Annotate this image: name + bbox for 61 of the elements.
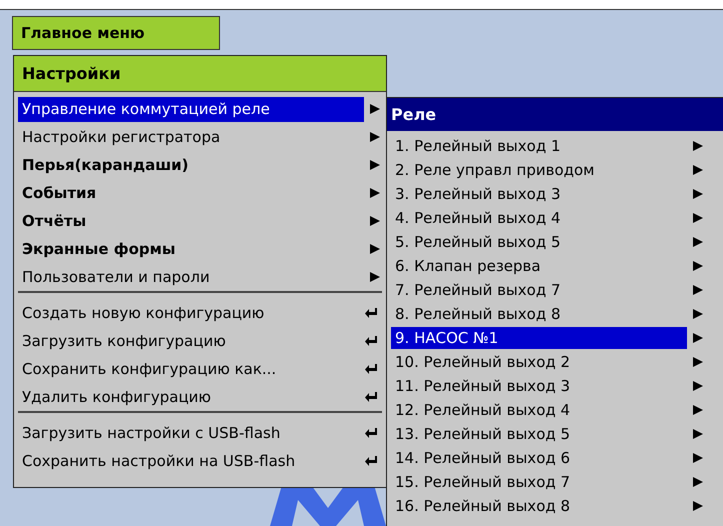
submenu-arrow-icon (692, 476, 704, 488)
submenu-arrow-icon (692, 428, 704, 440)
relay-menu-item[interactable]: 7. Релейный выход 7 (391, 279, 687, 301)
relay-menu-item[interactable]: 4. Релейный выход 4 (391, 207, 687, 229)
submenu-arrow-icon (692, 308, 704, 320)
menu-item[interactable]: Создать новую конфигурацию (18, 300, 360, 326)
relay-menu-item[interactable]: 2. Реле управл приводом (391, 159, 687, 181)
submenu-arrow-icon (369, 103, 381, 115)
relay-menu-item[interactable]: 15. Релейный выход 7 (391, 471, 687, 493)
submenu-arrow-icon (692, 212, 704, 224)
relay-menu-item[interactable]: 9. НАСОС №1 (391, 327, 687, 349)
submenu-arrow-icon (369, 159, 381, 171)
menu-item[interactable]: Загрузить конфигурацию (18, 328, 360, 354)
relay-menu-item[interactable]: 16. Релейный выход 8 (391, 495, 687, 517)
enter-icon (365, 428, 377, 438)
enter-icon (365, 456, 377, 466)
submenu-arrow-icon (369, 243, 381, 255)
main-menu-header[interactable]: Главное меню (12, 16, 220, 50)
submenu-arrow-icon (692, 284, 704, 296)
menu-item[interactable]: Экранные формы (18, 236, 364, 262)
enter-icon (365, 336, 377, 346)
submenu-arrow-icon (369, 131, 381, 143)
relay-menu-item[interactable]: 6. Клапан резерва (391, 255, 687, 277)
submenu-arrow-icon (692, 260, 704, 272)
submenu-arrow-icon (369, 215, 381, 227)
relay-menu-item[interactable]: 3. Релейный выход 3 (391, 183, 687, 205)
menu-item[interactable]: Сохранить настройки на USB-flash (18, 448, 360, 474)
submenu-arrow-icon (692, 140, 704, 152)
submenu-arrow-icon (692, 236, 704, 248)
menu-item[interactable]: Настройки регистратора (18, 124, 364, 150)
relay-menu-item[interactable]: 11. Релейный выход 3 (391, 375, 687, 397)
menu-item[interactable]: Удалить конфигурацию (18, 384, 360, 410)
menu-item[interactable]: Сохранить конфигурацию как... (18, 356, 360, 382)
relay-menu-item[interactable]: 8. Релейный выход 8 (391, 303, 687, 325)
enter-icon (365, 364, 377, 374)
relay-menu-item[interactable]: 1. Релейный выход 1 (391, 135, 687, 157)
enter-icon (365, 308, 377, 318)
relay-menu-item[interactable]: 10. Релейный выход 2 (391, 351, 687, 373)
relay-menu-item[interactable]: 5. Релейный выход 5 (391, 231, 687, 253)
menu-item[interactable]: Загрузить настройки с USB-flash (18, 420, 360, 446)
submenu-arrow-icon (692, 380, 704, 392)
submenu-arrow-icon (692, 332, 704, 344)
submenu-arrow-icon (692, 188, 704, 200)
submenu-arrow-icon (692, 500, 704, 512)
relay-menu-item[interactable]: 12. Релейный выход 4 (391, 399, 687, 421)
submenu-arrow-icon (692, 356, 704, 368)
submenu-arrow-icon (692, 404, 704, 416)
menu-item[interactable]: Отчёты (18, 208, 364, 234)
menu-item[interactable]: Перья(карандаши) (18, 152, 364, 178)
submenu-arrow-icon (692, 452, 704, 464)
menu-item[interactable]: Пользователи и пароли (18, 264, 364, 290)
relay-menu-item[interactable]: 13. Релейный выход 5 (391, 423, 687, 445)
enter-icon (365, 392, 377, 402)
relay-menu-item[interactable]: 14. Релейный выход 6 (391, 447, 687, 469)
menu-item[interactable]: События (18, 180, 364, 206)
menu-item[interactable]: Управление коммутацией реле (18, 96, 364, 122)
submenu-arrow-icon (369, 187, 381, 199)
submenu-arrow-icon (692, 164, 704, 176)
relay-menu-header: Реле (387, 98, 723, 131)
settings-menu-header: Настройки (14, 56, 386, 92)
submenu-arrow-icon (369, 271, 381, 283)
